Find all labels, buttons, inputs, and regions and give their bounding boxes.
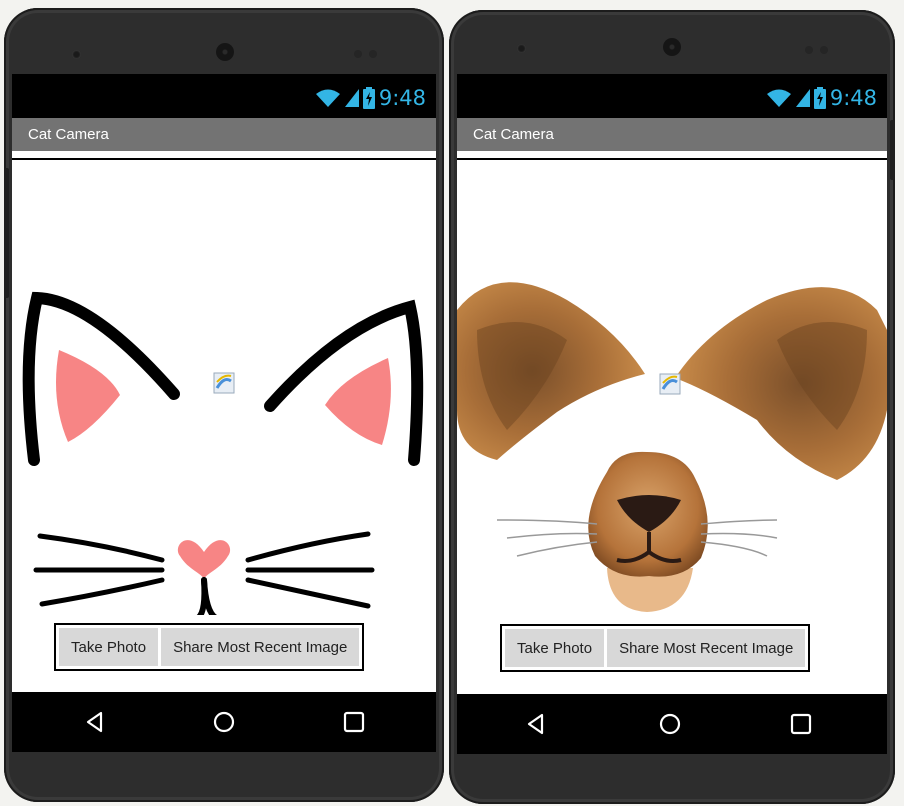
whisker (516, 541, 598, 557)
lion-face-illustration (457, 282, 887, 612)
battery-icon (813, 87, 826, 109)
volume-button (4, 168, 9, 298)
screen: 9:48 Cat Camera Take Photo Share Most Re… (12, 74, 436, 752)
app-title: Cat Camera (12, 118, 436, 151)
proximity-sensor (805, 46, 813, 54)
right-ear-outline (264, 299, 424, 466)
app-title: Cat Camera (457, 118, 887, 151)
home-icon[interactable] (657, 711, 683, 737)
share-image-button[interactable]: Share Most Recent Image (607, 629, 806, 667)
button-area: Take Photo Share Most Recent Image (12, 615, 436, 693)
status-bar: 9:48 (457, 74, 887, 118)
wifi-icon (315, 89, 340, 107)
clock: 9:48 (378, 86, 426, 110)
status-bar: 9:48 (12, 74, 436, 118)
share-image-button[interactable]: Share Most Recent Image (161, 628, 360, 666)
right-ear-inner (325, 358, 391, 445)
camera-canvas-area (457, 151, 887, 692)
front-camera (72, 50, 81, 59)
clock: 9:48 (829, 86, 877, 110)
whisker (245, 577, 371, 609)
button-row: Take Photo Share Most Recent Image (500, 624, 811, 672)
light-sensor (369, 50, 377, 58)
light-sensor (820, 46, 828, 54)
proximity-sensor (354, 50, 362, 58)
lion-face-canvas[interactable] (457, 160, 887, 690)
nav-bar (12, 692, 436, 752)
signal-icon (795, 89, 810, 107)
cat-face-illustration (22, 291, 424, 627)
home-icon[interactable] (211, 709, 237, 735)
wifi-icon (766, 89, 791, 107)
whisker (245, 531, 371, 563)
whisker (496, 519, 598, 525)
signal-icon (344, 89, 359, 107)
back-icon[interactable] (82, 709, 108, 735)
left-ear-inner (56, 350, 120, 442)
whisker (700, 541, 768, 557)
nav-bar (457, 694, 887, 754)
recents-icon[interactable] (788, 711, 814, 737)
camera-canvas-area (12, 151, 436, 693)
cat-nose (177, 540, 231, 580)
whisker (506, 532, 598, 539)
recents-icon[interactable] (341, 709, 367, 735)
cat-face-canvas[interactable] (12, 160, 436, 691)
phone-left: 9:48 Cat Camera Take Photo Share Most Re… (4, 8, 444, 802)
whisker (700, 519, 778, 525)
whisker (39, 577, 165, 607)
earpiece-speaker (663, 38, 681, 56)
whisker (37, 533, 165, 563)
back-icon[interactable] (523, 711, 549, 737)
button-area: Take Photo Share Most Recent Image (457, 616, 887, 694)
battery-icon (362, 87, 375, 109)
power-button (890, 120, 895, 180)
take-photo-button[interactable]: Take Photo (59, 628, 159, 666)
earpiece-speaker (216, 43, 234, 61)
screen: 9:48 Cat Camera Take Photo Share Most Re… (457, 74, 887, 754)
whisker (700, 532, 778, 539)
phone-right: 9:48 Cat Camera Take Photo Share Most Re… (449, 10, 895, 804)
button-row: Take Photo Share Most Recent Image (54, 623, 365, 671)
take-photo-button[interactable]: Take Photo (505, 629, 605, 667)
front-camera (517, 44, 526, 53)
